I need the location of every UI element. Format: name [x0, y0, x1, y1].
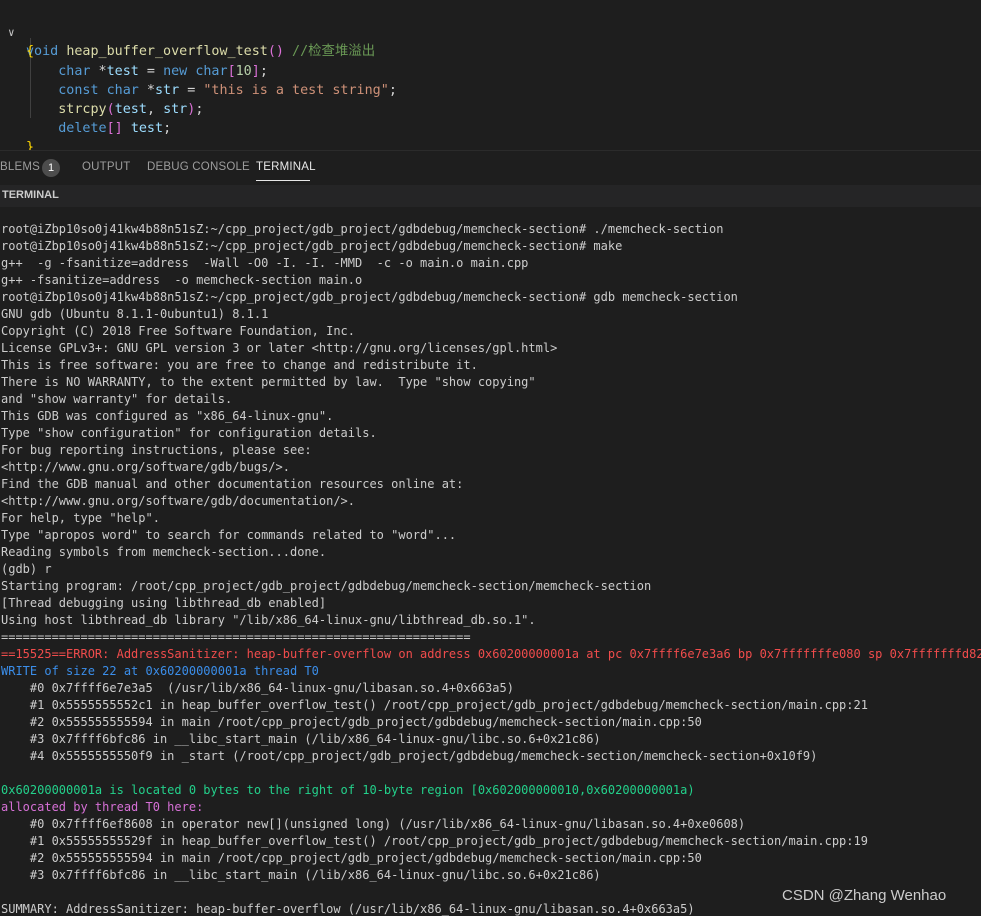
terminal-line: #3 0x7ffff6bfc86 in __libc_start_main (/… [1, 732, 601, 746]
terminal-output[interactable]: root@iZbp10so0j41kw4b88n51sZ:~/cpp_proje… [0, 207, 981, 916]
code-token: ; [163, 121, 172, 136]
code-token: [ [227, 64, 236, 79]
terminal-line: root@iZbp10so0j41kw4b88n51sZ:~/cpp_proje… [1, 290, 738, 304]
tab-debug-console[interactable]: DEBUG CONSOLE [147, 161, 250, 173]
panel-tab-bar: BLEMS 1 OUTPUT DEBUG CONSOLE TERMINAL [0, 150, 981, 186]
terminal-line: Starting program: /root/cpp_project/gdb_… [1, 579, 652, 593]
code-token: strcpy [58, 102, 107, 117]
code-token: str [155, 83, 180, 98]
code-token: [] [106, 121, 123, 136]
code-token: const [58, 83, 99, 98]
terminal-line: #1 0x55555555529f in heap_buffer_overflo… [1, 834, 868, 848]
terminal-line: <http://www.gnu.org/software/gdb/documen… [1, 494, 356, 508]
code-token: * [90, 64, 107, 79]
terminal-line: root@iZbp10so0j41kw4b88n51sZ:~/cpp_proje… [1, 239, 623, 253]
terminal-line: SUMMARY: AddressSanitizer: heap-buffer-o… [1, 902, 695, 916]
terminal-line: GNU gdb (Ubuntu 8.1.1-0ubuntu1) 8.1.1 [1, 307, 269, 321]
terminal-header-title: TERMINAL [2, 189, 59, 201]
code-token: ( [106, 102, 115, 117]
terminal-line: There is NO WARRANTY, to the extent perm… [1, 375, 536, 389]
code-token: str [163, 102, 188, 117]
terminal-line: This is free software: you are free to c… [1, 358, 478, 372]
code-token: char [106, 83, 139, 98]
code-token: = [179, 83, 204, 98]
code-token: 10 [235, 64, 252, 79]
code-line-5[interactable]: strcpy(test, str); [0, 81, 203, 117]
terminal-header: TERMINAL [0, 185, 981, 207]
watermark: CSDN @Zhang Wenhao [782, 887, 947, 904]
terminal-line: allocated by thread T0 here: [1, 800, 204, 814]
code-token: test [106, 64, 139, 79]
code-line-2[interactable]: { [0, 23, 34, 59]
code-token: ; [259, 64, 268, 79]
code-token: char [195, 64, 228, 79]
terminal-line: Find the GDB manual and other documentat… [1, 477, 464, 491]
terminal-line: root@iZbp10so0j41kw4b88n51sZ:~/cpp_proje… [1, 222, 724, 236]
terminal-line: #0 0x7ffff6ef8608 in operator new[](unsi… [1, 817, 746, 831]
code-line-4[interactable]: const char *str = "this is a test string… [0, 62, 397, 98]
terminal-line: #2 0x555555555594 in main /root/cpp_proj… [1, 715, 702, 729]
code-token: , [146, 102, 164, 117]
code-token: delete [58, 121, 107, 136]
terminal-line: #4 0x5555555550f9 in _start (/root/cpp_p… [1, 749, 818, 763]
terminal-line: Using host libthread_db library "/lib/x8… [1, 613, 536, 627]
terminal-line: #1 0x5555555552c1 in heap_buffer_overflo… [1, 698, 868, 712]
code-token: test [114, 102, 147, 117]
terminal-line: For help, type "help". [1, 511, 160, 525]
terminal-line: Type "show configuration" for configurat… [1, 426, 377, 440]
tab-problems[interactable]: BLEMS [0, 161, 40, 173]
code-line-7[interactable]: } [0, 119, 34, 150]
code-token: * [138, 83, 155, 98]
code-token: () [267, 44, 284, 59]
terminal-line: License GPLv3+: GNU GPL version 3 or lat… [1, 341, 558, 355]
code-token: heap_buffer_overflow_test [66, 44, 268, 59]
tab-output[interactable]: OUTPUT [82, 161, 130, 173]
code-token: ] [251, 64, 260, 79]
code-comment: //检查堆溢出 [292, 44, 376, 59]
code-string: "this is a test string" [203, 83, 389, 98]
terminal-line: WRITE of size 22 at 0x60200000001a threa… [1, 664, 319, 678]
terminal-line: Type "apropos word" to search for comman… [1, 528, 457, 542]
code-line-3[interactable]: char *test = new char[10]; [0, 43, 268, 79]
terminal-line: This GDB was configured as "x86_64-linux… [1, 409, 334, 423]
terminal-line: g++ -fsanitize=address -o memcheck-secti… [1, 273, 363, 287]
problems-count-badge: 1 [42, 159, 60, 177]
terminal-line: #2 0x555555555594 in main /root/cpp_proj… [1, 851, 702, 865]
terminal-line: 0x60200000001a is located 0 bytes to the… [1, 783, 695, 797]
code-token: = [138, 64, 164, 79]
active-tab-indicator [256, 180, 310, 181]
code-line-6[interactable]: delete[] test; [0, 100, 171, 136]
code-line-1[interactable]: ∨ void heap_buffer_overflow_test() //检查堆… [0, 4, 375, 59]
terminal-line: ========================================… [1, 630, 471, 644]
terminal-line: (gdb) r [1, 562, 52, 576]
code-token: char [58, 64, 91, 79]
terminal-line: [Thread debugging using libthread_db ena… [1, 596, 327, 610]
terminal-line: #3 0x7ffff6bfc86 in __libc_start_main (/… [1, 868, 601, 882]
code-editor[interactable]: ∨ void heap_buffer_overflow_test() //检查堆… [0, 0, 981, 150]
code-token: test [130, 121, 164, 136]
terminal-line: For bug reporting instructions, please s… [1, 443, 312, 457]
code-token: new [163, 64, 188, 79]
terminal-line: ==15525==ERROR: AddressSanitizer: heap-b… [1, 647, 981, 661]
terminal-line: #0 0x7ffff6e7e3a5 (/usr/lib/x86_64-linux… [1, 681, 514, 695]
code-token: ; [388, 83, 397, 98]
code-token: ; [195, 102, 204, 117]
tab-terminal[interactable]: TERMINAL [256, 161, 316, 173]
terminal-line: and "show warranty" for details. [1, 392, 233, 406]
terminal-line: <http://www.gnu.org/software/gdb/bugs/>. [1, 460, 290, 474]
code-line-8[interactable]: ∨ void stack_buffer_overflow_test() [0, 138, 32, 150]
terminal-line: Copyright (C) 2018 Free Software Foundat… [1, 324, 356, 338]
terminal-line: Reading symbols from memcheck-section...… [1, 545, 327, 559]
terminal-line: g++ -g -fsanitize=address -Wall -O0 -I. … [1, 256, 529, 270]
